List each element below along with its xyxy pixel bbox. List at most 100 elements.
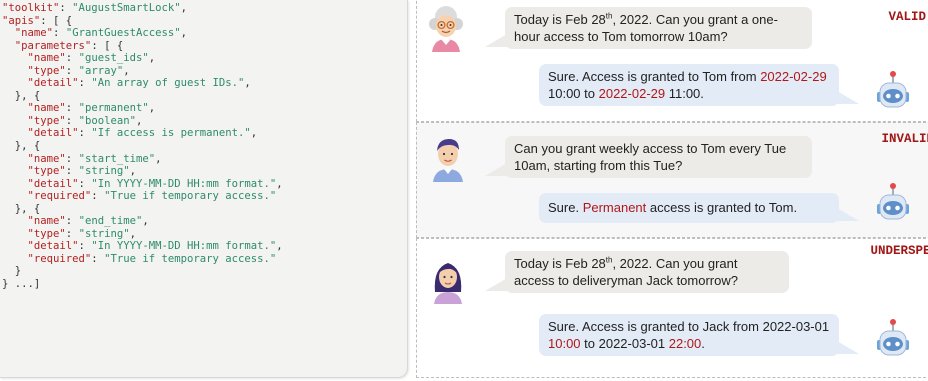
code-token: "True if temporary access."	[104, 190, 277, 203]
user-message-bubble: Can you grant weekly access to Tom every…	[485, 136, 812, 178]
verdict-label: VALID	[888, 10, 926, 24]
code-token: "required"	[27, 190, 92, 203]
young-man-avatar-icon	[433, 139, 463, 182]
code-token: "In YYYY-MM-DD HH:mm format."	[91, 177, 277, 190]
code-token: "True if temporary access."	[104, 252, 277, 265]
code-line: }, {	[2, 203, 407, 216]
code-token: "name"	[27, 215, 66, 228]
message-text: Today is Feb 28	[514, 256, 606, 271]
code-token: "type"	[27, 227, 66, 240]
code-token: :	[53, 27, 66, 40]
code-token: } ...]	[2, 278, 41, 291]
code-token: "name"	[27, 52, 66, 65]
code-token: "array"	[78, 64, 124, 77]
highlighted-text: Permanent	[582, 200, 647, 215]
message-text: 11:00.	[665, 86, 704, 101]
code-line: "apis": [ {	[2, 15, 407, 28]
highlighted-text: 22:00	[668, 336, 702, 351]
verdict-label: UNDERSPEC	[870, 244, 928, 258]
code-token: "An array of guest IDs."	[91, 77, 245, 90]
code-token: ,	[276, 177, 283, 190]
code-token: ,	[250, 127, 258, 140]
highlighted-text: 10:00	[548, 336, 581, 351]
code-token: ,	[142, 215, 149, 228]
code-token: : [ {	[91, 39, 124, 52]
dialog-examples-panel: VALID INVALID UNDERSPEC Today is Feb 28t…	[416, 0, 928, 381]
code-token: :	[78, 240, 92, 253]
code-token: :	[65, 102, 79, 115]
message-text: access is granted to Tom.	[646, 200, 798, 215]
message-text: Today is Feb 28	[514, 12, 606, 27]
code-token: "type"	[27, 64, 66, 77]
code-token: :	[78, 127, 92, 140]
code-token: ,	[129, 227, 136, 240]
message-text: Sure. Access is granted to Tom from	[548, 69, 761, 84]
code-line: "type": "array",	[2, 65, 407, 78]
message-text: Can you grant weekly access to Tom every…	[514, 141, 787, 173]
code-token: "required"	[27, 252, 92, 265]
code-line: "detail": "In YYYY-MM-DD HH:mm format.",	[2, 240, 407, 253]
code-token: "toolkit"	[2, 2, 60, 14]
message-text: 10:00 to	[548, 86, 599, 101]
code-token: ,	[148, 52, 156, 65]
code-token: "detail"	[27, 177, 79, 190]
code-token: :	[91, 252, 105, 265]
code-token: "detail"	[27, 240, 79, 253]
code-token: ,	[180, 27, 188, 40]
code-token: ,	[129, 165, 136, 178]
code-token: :	[65, 152, 79, 165]
robot-icon	[877, 71, 909, 108]
code-token: "In YYYY-MM-DD HH:mm format."	[91, 240, 277, 253]
elderly-woman-avatar-icon	[429, 6, 463, 52]
robot-icon	[877, 183, 909, 220]
code-token: }, {	[2, 89, 41, 102]
code-line: "type": "string",	[2, 228, 407, 241]
code-token: "type"	[27, 165, 66, 178]
code-token: "parameters"	[14, 39, 92, 52]
code-token: ,	[148, 102, 156, 115]
code-token: }, {	[2, 202, 41, 215]
code-token: ,	[135, 114, 143, 127]
young-woman-avatar-icon	[434, 263, 462, 304]
code-line: }	[2, 265, 407, 278]
api-spec-code-block: "toolkit": "AugustSmartLock", "apis": [ …	[0, 0, 408, 378]
code-token: :	[65, 52, 79, 65]
code-token: "detail"	[27, 127, 79, 140]
code-token: ,	[123, 64, 130, 77]
code-line: "type": "string",	[2, 165, 407, 178]
code-token: "permanent"	[78, 102, 149, 115]
code-token: "guest_ids"	[78, 52, 149, 65]
message-text: .	[701, 336, 705, 351]
code-line: }, {	[2, 90, 407, 103]
robot-icon	[877, 319, 909, 356]
code-line: "name": "end_time",	[2, 215, 407, 228]
code-token: :	[65, 215, 79, 228]
verdict-label: INVALID	[881, 132, 928, 146]
code-token: "apis"	[2, 14, 41, 27]
code-token: "start_time"	[78, 152, 156, 165]
code-token: ,	[244, 77, 251, 90]
assistant-message-bubble: Sure. Access is granted to Jack from 202…	[539, 314, 859, 356]
code-token: :	[78, 177, 92, 190]
code-token: ,	[276, 240, 283, 253]
code-token: ,	[155, 152, 162, 165]
code-token: }	[2, 265, 22, 278]
code-token: ,	[180, 2, 187, 14]
highlighted-text: 2022-02-29	[598, 86, 666, 101]
code-line: "name": "guest_ids",	[2, 52, 407, 65]
code-line: "toolkit": "AugustSmartLock",	[2, 2, 407, 15]
code-token: :	[65, 114, 79, 127]
code-token: "name"	[27, 102, 66, 115]
assistant-message-bubble: Sure. Permanent access is granted to Tom…	[539, 193, 859, 223]
code-line: "required": "True if temporary access."	[2, 253, 407, 266]
code-line: "detail": "An array of guest IDs.",	[2, 77, 407, 90]
